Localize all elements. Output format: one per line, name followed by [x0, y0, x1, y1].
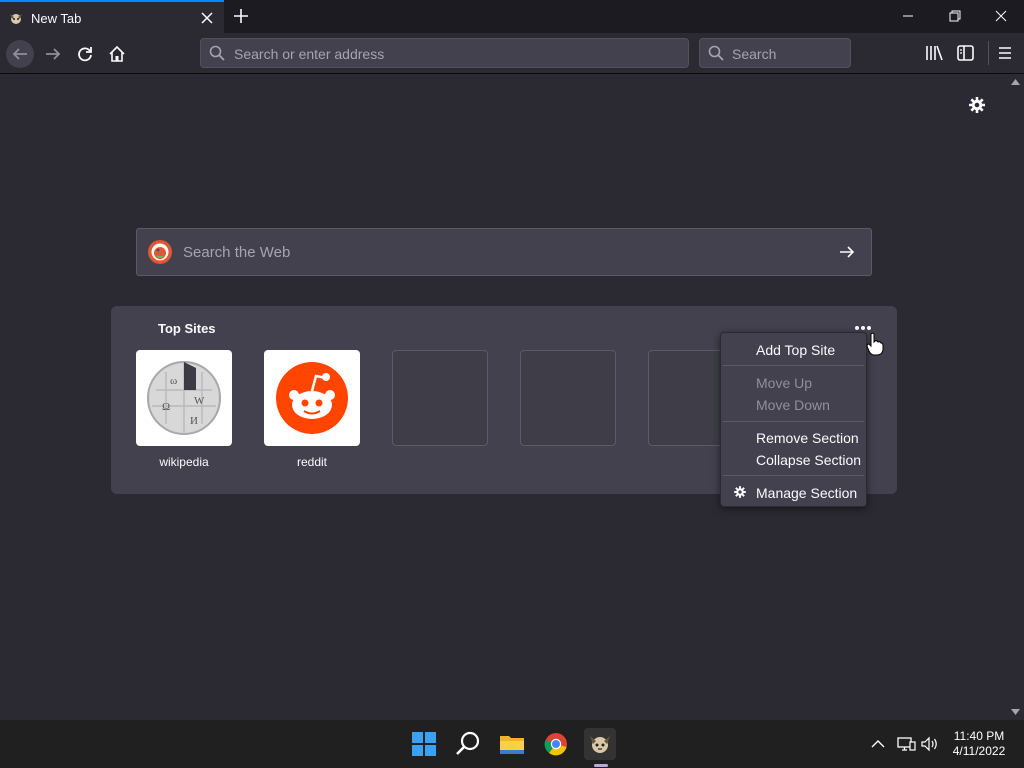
reload-icon [78, 47, 92, 62]
top-site-label: wikipedia [159, 455, 209, 469]
page-scrollbar[interactable] [1007, 74, 1024, 720]
chrome-icon [544, 733, 567, 756]
menu-item-collapse-section[interactable]: Collapse Section [756, 452, 861, 468]
gear-icon[interactable] [966, 94, 988, 116]
section-context-menu: Add Top Site Move Up Move Down Remove Se… [720, 332, 867, 507]
clock-time: 11:40 PM [953, 729, 1005, 743]
top-site-label: reddit [296, 455, 328, 469]
menu-item-add-top-site[interactable]: Add Top Site [756, 342, 835, 358]
tab-close-icon[interactable] [199, 10, 215, 26]
svg-text:Ω: Ω [162, 401, 170, 413]
gear-icon [734, 486, 746, 498]
scroll-up-icon[interactable] [1011, 78, 1020, 86]
top-site-tile-reddit[interactable] [264, 350, 360, 446]
top-site-tile-empty[interactable] [520, 350, 616, 446]
web-search-placeholder: Search the Web [183, 244, 291, 261]
menu-item-move-down[interactable]: Move Down [756, 397, 830, 413]
navigation-toolbar: Search or enter address Search [0, 33, 1024, 74]
arrow-right-icon[interactable] [837, 242, 857, 262]
address-bar-placeholder: Search or enter address [234, 46, 385, 62]
menu-separator [723, 365, 864, 366]
browser-app-icon [590, 736, 610, 753]
folder-icon [500, 736, 524, 754]
menu-item-move-up[interactable]: Move Up [756, 375, 812, 391]
file-explorer-button[interactable] [496, 728, 528, 760]
network-icon[interactable] [896, 734, 916, 754]
back-arrow-icon [12, 48, 27, 60]
web-search-box[interactable]: Search the Web [136, 228, 872, 276]
section-title: Top Sites [158, 321, 216, 336]
taskbar: 11:40 PM 4/11/2022 [0, 720, 1024, 768]
tab-title: New Tab [31, 11, 82, 26]
search-bar-placeholder: Search [732, 46, 777, 62]
browser-favicon-icon [10, 14, 22, 24]
restore-icon[interactable] [945, 6, 965, 26]
system-clock[interactable]: 11:40 PM 4/11/2022 [948, 729, 1010, 759]
duckduckgo-icon [148, 240, 172, 264]
address-bar[interactable]: Search or enter address [200, 38, 689, 68]
forward-arrow-icon [46, 48, 61, 60]
hand-cursor-icon [866, 332, 884, 356]
windows-start-icon [412, 732, 436, 756]
library-icon[interactable] [924, 44, 944, 62]
browser-taskbar-button[interactable] [584, 728, 616, 760]
tab-new-tab[interactable]: New Tab [0, 0, 224, 33]
top-site-tile-wikipedia[interactable]: ω W Ω И [136, 350, 232, 446]
chrome-button[interactable] [540, 728, 572, 760]
forward-button[interactable] [39, 40, 67, 68]
new-tab-plus-icon[interactable] [232, 7, 250, 25]
search-icon [708, 45, 724, 61]
toolbar-divider [988, 41, 989, 65]
menu-separator [723, 421, 864, 422]
reddit-alien-icon [276, 362, 348, 434]
wikipedia-globe-icon: ω W Ω И [147, 361, 221, 435]
top-site-tile-empty[interactable] [392, 350, 488, 446]
back-button[interactable] [6, 40, 34, 68]
search-icon [456, 731, 480, 755]
minimize-icon[interactable] [898, 6, 918, 26]
home-icon [109, 45, 125, 62]
home-button[interactable] [103, 40, 131, 68]
svg-text:W: W [194, 395, 205, 407]
menu-item-remove-section[interactable]: Remove Section [756, 430, 859, 446]
start-button[interactable] [408, 728, 440, 760]
clock-date: 4/11/2022 [952, 744, 1006, 758]
sidebar-icon[interactable] [956, 44, 976, 62]
search-icon [209, 45, 225, 61]
hamburger-menu-icon[interactable] [996, 44, 1014, 62]
taskbar-search-button[interactable] [452, 728, 484, 760]
chevron-up-icon[interactable] [868, 734, 888, 754]
scroll-down-icon[interactable] [1011, 708, 1020, 716]
close-window-icon[interactable] [991, 6, 1011, 26]
svg-text:И: И [190, 415, 198, 427]
search-bar[interactable]: Search [699, 38, 851, 68]
volume-icon[interactable] [920, 734, 940, 754]
active-app-indicator [594, 764, 608, 767]
reload-button[interactable] [71, 40, 99, 68]
menu-item-manage-section[interactable]: Manage Section [756, 485, 857, 501]
tab-strip: New Tab [0, 0, 1024, 33]
svg-text:ω: ω [170, 375, 177, 387]
menu-separator [723, 475, 864, 476]
